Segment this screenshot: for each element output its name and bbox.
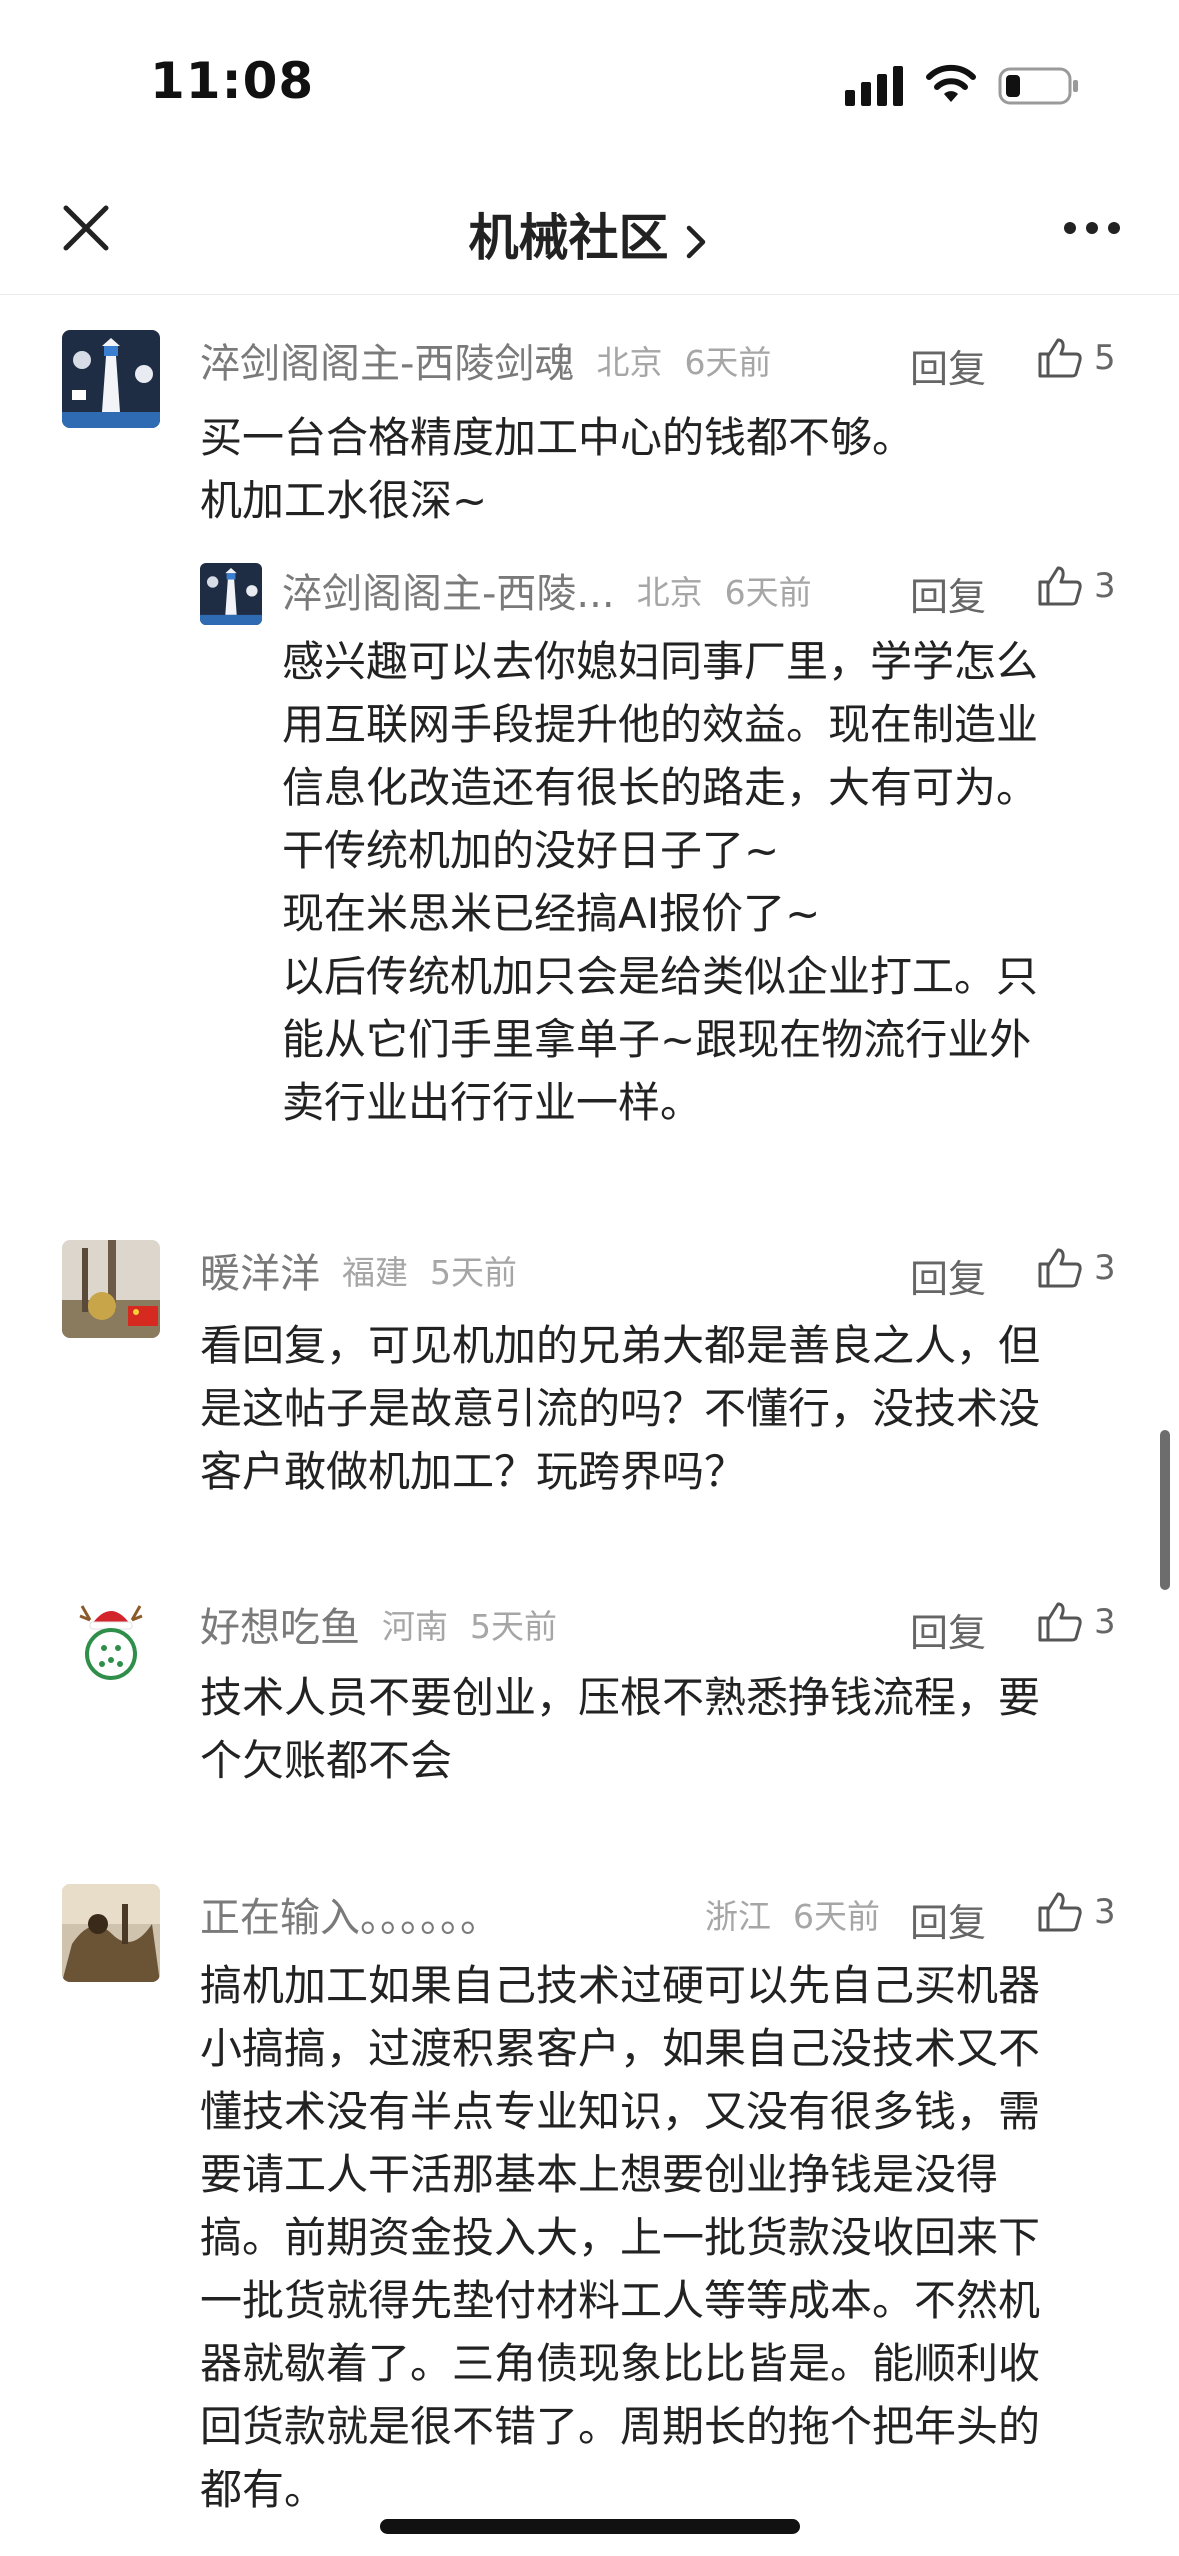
avatar[interactable] <box>62 1240 160 1338</box>
comment-text: 买一台合格精度加工中心的钱都不够。 机加工水很深~ <box>200 413 915 525</box>
avatar[interactable] <box>62 1594 160 1692</box>
timestamp: 6天前 <box>724 573 812 612</box>
username[interactable]: 正在输入。。。。。。 <box>200 1885 500 1943</box>
thumbs-up-icon <box>1038 1248 1082 1288</box>
status-time: 11:08 <box>150 52 315 110</box>
username[interactable]: 好想吃鱼 <box>200 1595 360 1653</box>
lighthouse-avatar-icon <box>62 330 160 428</box>
comment-text: 技术人员不要创业，压根不熟悉挣钱流程，要 个欠账都不会 <box>200 1673 1041 1785</box>
like-count: 3 <box>1094 1248 1116 1288</box>
timestamp: 6天前 <box>684 343 772 382</box>
nav-title-link[interactable]: 机械社区 <box>0 198 1179 270</box>
avatar[interactable] <box>62 330 160 428</box>
timestamp: 6天前 <box>793 1897 880 1936</box>
lighthouse-avatar-icon <box>200 563 262 625</box>
chevron-right-icon <box>686 225 705 258</box>
sketch-avatar-icon <box>62 1884 160 1982</box>
like-count: 5 <box>1094 338 1116 378</box>
reply-button[interactable]: 回复 <box>910 1892 986 1947</box>
like-count: 3 <box>1094 1602 1116 1642</box>
reply-button[interactable]: 回复 <box>910 566 986 621</box>
location: 北京 <box>596 343 663 382</box>
timestamp: 5天前 <box>430 1253 517 1292</box>
avatar[interactable] <box>62 1884 160 1982</box>
like-count: 3 <box>1094 1892 1116 1932</box>
username[interactable]: 淬剑阁阁主-西陵剑魂 <box>200 331 574 389</box>
home-indicator[interactable] <box>380 2519 800 2534</box>
username[interactable]: 暖洋洋 <box>200 1241 320 1299</box>
like-button[interactable]: 3 <box>1036 1598 1116 1646</box>
reply-button[interactable]: 回复 <box>910 338 986 393</box>
reply-button[interactable]: 回复 <box>910 1602 986 1657</box>
like-button[interactable]: 5 <box>1036 334 1116 382</box>
comment-text: 搞机加工如果自己技术过硬可以先自己买机器 小搞搞，过渡积累客户，如果自己没技术又… <box>200 1961 1041 2514</box>
thumbs-up-icon <box>1038 566 1082 606</box>
nav-bar: 机械社区 <box>0 170 1179 295</box>
location: 北京 <box>636 573 703 612</box>
location: 福建 <box>342 1253 408 1292</box>
thumbs-up-icon <box>1038 1892 1082 1932</box>
avatar[interactable] <box>200 563 262 625</box>
location: 浙江 <box>705 1897 771 1936</box>
like-button[interactable]: 3 <box>1036 1244 1116 1292</box>
reply-button[interactable]: 回复 <box>910 1248 986 1303</box>
cellular-signal-icon <box>845 66 903 106</box>
timestamp: 5天前 <box>470 1607 557 1646</box>
wifi-icon <box>926 64 976 102</box>
location: 河南 <box>382 1607 448 1646</box>
comment-text: 看回复，可见机加的兄弟大都是善良之人，但 是这帖子是故意引流的吗？不懂行，没技术… <box>200 1321 1041 1496</box>
christmas-avatar-icon <box>62 1594 160 1692</box>
landscape-avatar-icon <box>62 1240 160 1338</box>
like-count: 3 <box>1094 566 1116 606</box>
more-icon[interactable] <box>1062 216 1122 240</box>
battery-icon <box>998 67 1078 105</box>
like-button[interactable]: 3 <box>1036 1888 1116 1936</box>
thumbs-up-icon <box>1038 1602 1082 1642</box>
like-button[interactable]: 3 <box>1036 562 1116 610</box>
username[interactable]: 淬剑阁阁主-西陵... <box>282 561 615 619</box>
thumbs-up-icon <box>1038 338 1082 378</box>
status-bar: 11:08 <box>0 0 1179 170</box>
reply-text: 感兴趣可以去你媳妇同事厂里，学学怎么 用互联网手段提升他的效益。现在制造业 信息… <box>282 637 1039 1127</box>
page-title: 机械社区 <box>468 209 669 267</box>
scrollbar[interactable] <box>1160 1430 1170 1590</box>
